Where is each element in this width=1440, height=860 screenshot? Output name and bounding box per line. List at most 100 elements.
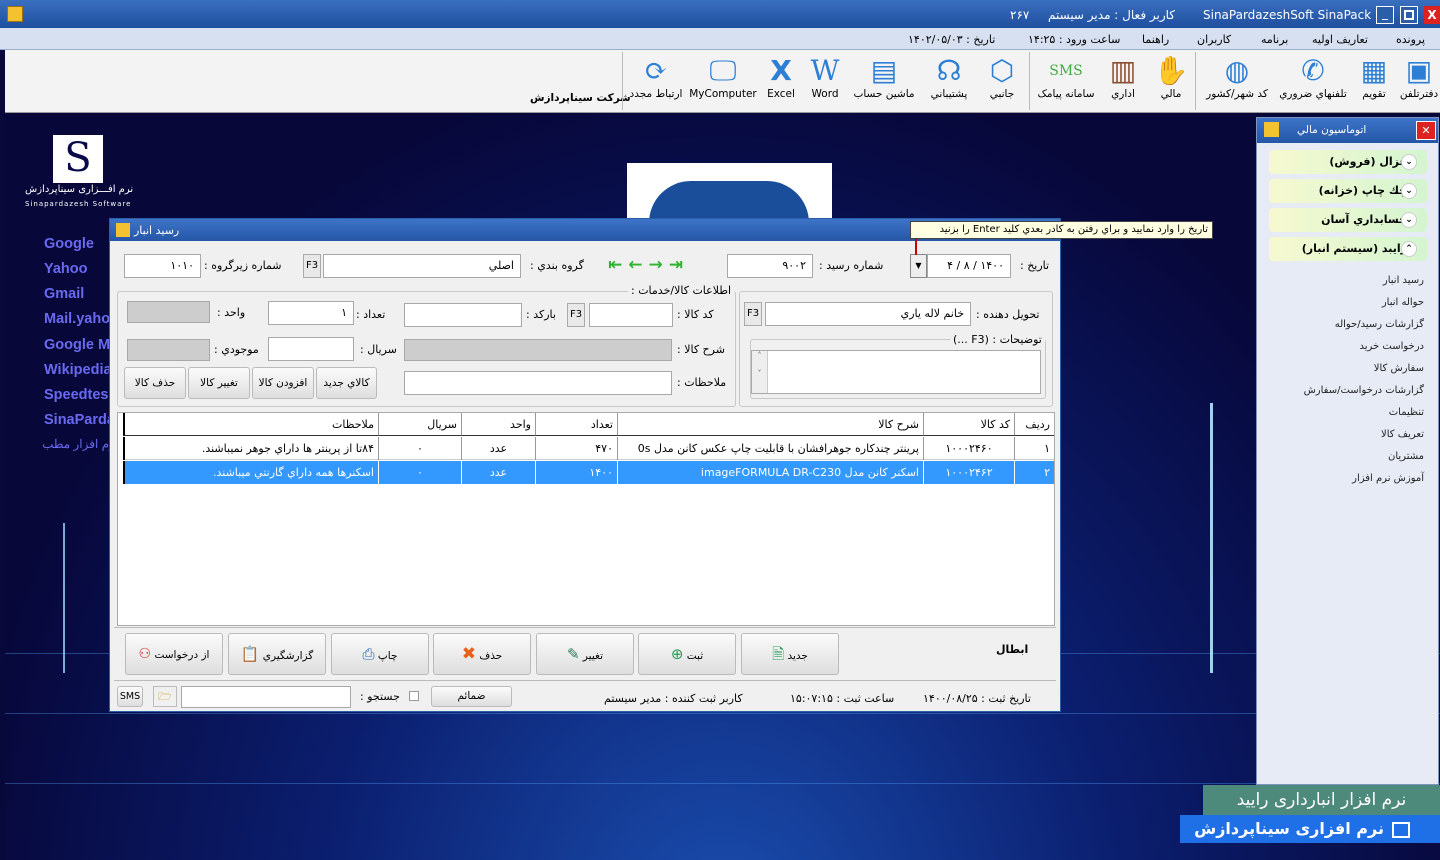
link-google-maps[interactable]: Google M	[44, 337, 110, 353]
minimize-button[interactable]: _	[1376, 6, 1394, 24]
globe-icon: ◍	[1224, 54, 1250, 87]
date-label: تاريخ :	[1020, 259, 1050, 272]
close-button[interactable]: X	[1424, 6, 1440, 24]
header-description[interactable]: شرح کالا	[617, 413, 923, 436]
toolbar-accessories[interactable]: ⬡ جانبي	[979, 54, 1025, 110]
deliverer-f3-button[interactable]: F3	[744, 302, 762, 326]
header-row-number[interactable]: رديف	[1014, 413, 1054, 436]
section-raibod-warehouse[interactable]: رايبد (سيستم انبار) ⌃	[1269, 237, 1427, 261]
report-button[interactable]: گزارشگيري 📋	[228, 633, 326, 675]
maximize-button[interactable]	[1400, 6, 1418, 24]
section-check-print[interactable]: چك چاپ (خزانه) ⌄	[1269, 179, 1427, 203]
panel-item-settings[interactable]: تنظيمات	[1389, 407, 1424, 418]
refresh-icon: ⟳	[644, 54, 668, 87]
date-dropdown-button[interactable]: ▼	[910, 254, 927, 278]
section-easy-accounting[interactable]: حسابداري آسان ⌄	[1269, 208, 1427, 232]
notes-textarea[interactable]: ˄ ˅	[751, 350, 1041, 394]
toolbar-contact-book[interactable]: ▣ دفترتلفن	[1397, 54, 1440, 110]
panel-item-remittance[interactable]: حواله انبار	[1382, 297, 1424, 308]
last-record-icon[interactable]: ⇥	[669, 255, 689, 275]
header-unit[interactable]: واحد	[461, 413, 535, 436]
barcode-input[interactable]	[404, 303, 522, 327]
panel-item-order-reports[interactable]: گزارشات درخواست/سفارش	[1304, 385, 1424, 396]
panel-item-receipt-reports[interactable]: گزارشات رسيد/حواله	[1335, 319, 1424, 330]
delete-item-button[interactable]: حذف کالا	[124, 367, 186, 399]
link-gmail[interactable]: Gmail	[44, 286, 84, 302]
panel-item-training[interactable]: آموزش نرم افزار	[1352, 473, 1424, 484]
link-yahoo[interactable]: Yahoo	[44, 261, 88, 277]
section-ghazal-sales[interactable]: غزال (فروش) ⌄	[1269, 150, 1427, 174]
toolbar-sms[interactable]: SMS سامانه پيامک	[1033, 54, 1099, 110]
monitor-icon: 🖵	[709, 54, 737, 87]
panel-item-customers[interactable]: مشتريان	[1388, 451, 1424, 462]
new-doc-icon: 🗎	[772, 645, 785, 663]
toolbar-admin[interactable]: ▥ اداري	[1101, 54, 1145, 110]
toolbar-word[interactable]: W Word	[805, 54, 845, 110]
phone-icon: ✆	[1301, 54, 1325, 87]
save-button[interactable]: ثبت ⊕	[638, 633, 736, 675]
toolbar-finance[interactable]: ✋ مالي	[1149, 54, 1193, 110]
serial-input[interactable]	[268, 337, 354, 361]
header-remarks[interactable]: ملاحظات	[123, 413, 378, 436]
folder-icon[interactable]: 🗁	[153, 686, 177, 707]
edit-button[interactable]: تغيير ✎	[536, 633, 634, 675]
panel-item-receipt[interactable]: رسيد انبار	[1383, 275, 1424, 286]
link-clinic-software[interactable]: نرم افزار مطب	[39, 437, 119, 451]
subgroup-input[interactable]: ۱۰۱۰	[124, 254, 201, 278]
from-request-button[interactable]: از درخواست ⚇	[125, 633, 223, 675]
table-row[interactable]: ۱ ۱۰۰۰۲۴۶۰ پرينتر چندکاره جوهرافشان با ق…	[123, 437, 1054, 460]
group-f3-button[interactable]: F3	[303, 254, 321, 278]
link-speedtest[interactable]: Speedtes	[44, 387, 108, 403]
panel-item-order[interactable]: سفارش كالا	[1374, 363, 1424, 374]
table-row-selected[interactable]: ۲ ۱۰۰۰۲۴۶۲ اسکنر کانن مدل imageFORMULA D…	[123, 461, 1054, 484]
panel-item-purchase-request[interactable]: درخواست خريد	[1359, 341, 1424, 352]
print-button[interactable]: چاپ ⎙	[331, 633, 429, 675]
app-title: SinaPardazeshSoft SinaPack	[1203, 8, 1372, 22]
search-input[interactable]	[181, 686, 351, 708]
group-input[interactable]: اصلي	[323, 254, 521, 278]
deliverer-input[interactable]: خانم لاله ياري	[765, 302, 971, 326]
first-record-icon[interactable]: ⇤	[608, 255, 628, 275]
toolbar-support[interactable]: ☊ پشتيباني	[923, 54, 975, 110]
menu-file[interactable]: پرونده	[1396, 33, 1425, 46]
menu-users[interactable]: كاربران	[1197, 33, 1231, 46]
panel-item-define-goods[interactable]: تعريف كالا	[1381, 429, 1424, 440]
link-wikipedia[interactable]: Wikipedia	[44, 362, 112, 378]
toolbar-city-code[interactable]: ◍ کد شهر/کشور	[1201, 54, 1273, 110]
search-checkbox[interactable]	[409, 691, 419, 701]
header-quantity[interactable]: تعداد	[535, 413, 617, 436]
toolbar-phones[interactable]: ✆ تلفنهاي ضروري	[1275, 54, 1351, 110]
sms-button[interactable]: SMS	[117, 686, 143, 707]
item-code-f3-button[interactable]: F3	[567, 303, 585, 327]
toolbar-calculator[interactable]: ▤ ماشين حساب	[849, 54, 919, 110]
link-google[interactable]: Google	[44, 236, 94, 252]
add-item-button[interactable]: افزودن کالا	[252, 367, 314, 399]
prev-record-icon[interactable]: ←	[628, 255, 648, 275]
toolbar-excel[interactable]: X Excel	[761, 54, 801, 110]
remarks-input[interactable]	[404, 371, 672, 395]
receipt-number-input[interactable]: ۹۰۰۲	[727, 254, 813, 278]
header-serial[interactable]: سريال	[378, 413, 461, 436]
header-item-code[interactable]: کد کالا	[923, 413, 1014, 436]
item-code-input[interactable]	[589, 303, 673, 327]
menu-program[interactable]: برنامه	[1261, 33, 1288, 46]
link-mail-yahoo[interactable]: Mail.yahoo	[44, 311, 119, 327]
banner-company: نرم افزاری سیناپردازش	[1180, 815, 1440, 843]
notes-scrollbar[interactable]: ˄ ˅	[752, 351, 768, 393]
toolbar-mycomputer[interactable]: 🖵 MyComputer	[689, 54, 757, 110]
menu-help[interactable]: راهنما	[1142, 33, 1169, 46]
toolbar-calendar[interactable]: ▦ تقويم	[1353, 54, 1395, 110]
new-button[interactable]: جديد 🗎	[741, 633, 839, 675]
next-record-icon[interactable]: →	[649, 255, 669, 275]
toolbar-reconnect[interactable]: ⟳ ارتباط مجدد	[627, 54, 685, 110]
date-input[interactable]: ۱۴۰۰ / ۸ / ۴	[927, 254, 1011, 278]
attachments-button[interactable]: ضمائم	[431, 686, 512, 707]
quantity-input[interactable]: ۱	[268, 301, 354, 325]
link-sinapardazesh[interactable]: SinaParda	[44, 412, 115, 428]
menu-definitions[interactable]: تعاريف اوليه	[1312, 33, 1368, 46]
edit-item-button[interactable]: تغيير کالا	[188, 367, 250, 399]
delete-button[interactable]: حذف ✖	[433, 633, 531, 675]
cell-serial: ۰	[378, 437, 461, 460]
panel-close-button[interactable]: ✕	[1416, 121, 1436, 140]
new-item-button[interactable]: كالاي جديد	[316, 367, 377, 399]
